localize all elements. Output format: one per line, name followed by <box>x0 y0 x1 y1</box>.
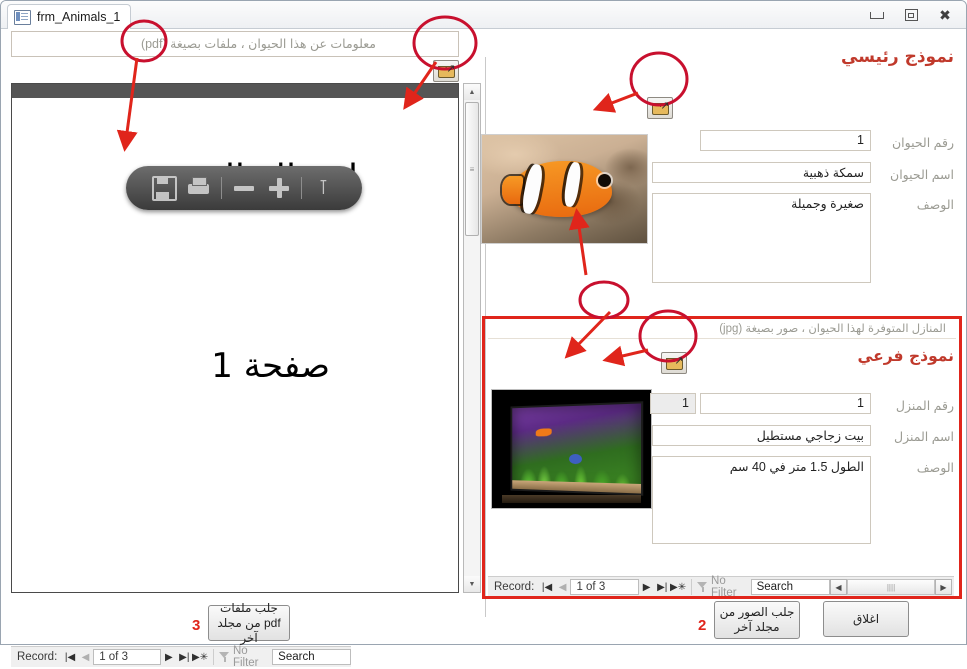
animal-picture[interactable] <box>481 134 648 244</box>
toolbar-divider <box>300 177 302 199</box>
pdf-vertical-scrollbar[interactable]: ▲ ≡ ▼ <box>463 83 481 593</box>
navigator-divider <box>213 649 214 665</box>
pdf-header-bar: معلومات عن هذا الحيوان ، ملفات بصيغة (pd… <box>11 31 459 57</box>
window-controls: ✖ <box>860 1 962 29</box>
minimize-button[interactable] <box>860 4 894 26</box>
close-form-button[interactable]: اغلاق <box>823 601 909 637</box>
input-animal-id[interactable]: 1 <box>700 130 871 151</box>
zoom-in-icon[interactable] <box>266 175 292 201</box>
annotation-number-2: 2 <box>698 617 707 634</box>
search-input[interactable]: Search <box>272 649 351 665</box>
close-button[interactable]: ✖ <box>928 4 962 26</box>
tab-title: frm_Animals_1 <box>37 10 121 24</box>
fish-eye <box>597 173 611 187</box>
scroll-up-icon[interactable]: ▲ <box>464 84 480 100</box>
restore-icon <box>904 9 918 21</box>
input-animal-name[interactable]: سمكة ذهبية <box>652 162 871 183</box>
subform-highlight-box <box>482 316 962 599</box>
toolbar-divider <box>220 177 222 199</box>
restore-button[interactable] <box>894 4 928 26</box>
minimize-icon <box>870 11 884 19</box>
fish-tail <box>501 176 524 205</box>
record-position-input[interactable]: 1 of 3 <box>93 649 162 665</box>
access-form-window: frm_Animals_1 ✖ معلومات عن هذا الحيوان ،… <box>0 0 967 669</box>
previous-record-button[interactable]: ◀ <box>78 648 93 666</box>
filter-label: No Filter <box>232 645 259 669</box>
form-body: معلومات عن هذا الحيوان ، ملفات بصيغة (pd… <box>1 29 966 669</box>
annotation-number-3: 3 <box>192 617 201 634</box>
first-record-button[interactable]: |◀ <box>62 648 77 666</box>
filter-icon <box>219 652 229 662</box>
title-bar: frm_Animals_1 ✖ <box>1 1 966 29</box>
open-folder-icon: ↗ <box>651 100 670 115</box>
input-animal-description[interactable]: صغيرة وجميلة <box>652 193 871 283</box>
clownfish-photo <box>482 135 647 243</box>
label-animal-id: رقم الحيوان <box>891 136 954 150</box>
last-record-button[interactable]: ▶| <box>177 648 192 666</box>
get-images-button[interactable]: جلب الصور من مجلد آخر <box>714 601 800 639</box>
save-icon[interactable] <box>151 175 177 201</box>
filter-toggle-button[interactable]: No Filter <box>219 645 272 669</box>
main-record-navigator: Record: |◀ ◀ 1 of 3 ▶ ▶| ▶✳ No Filter Se… <box>11 645 351 669</box>
pdf-page-label: صفحة 1 <box>211 346 330 386</box>
new-record-button[interactable]: ▶✳ <box>192 648 208 666</box>
main-form-title: نموذج رئيسي <box>841 47 954 67</box>
open-folder-icon: ↗ <box>437 63 456 78</box>
adobe-reader-icon[interactable]: ⊺ <box>311 175 337 201</box>
document-tab[interactable]: frm_Animals_1 <box>7 4 132 29</box>
next-record-button[interactable]: ▶ <box>161 648 176 666</box>
access-form-icon <box>14 9 31 25</box>
label-animal-description: الوصف <box>916 198 954 212</box>
pdf-viewer[interactable]: اسماك الزينة صفحة 1 ⊺ <box>11 83 459 593</box>
pdf-header-label: معلومات عن هذا الحيوان ، ملفات بصيغة (pd… <box>140 37 376 51</box>
record-label: Record: <box>17 651 58 663</box>
pdf-floating-toolbar[interactable]: ⊺ <box>126 166 362 210</box>
label-animal-name: اسم الحيوان <box>890 168 954 182</box>
scrollbar-thumb[interactable]: ≡ <box>465 102 479 236</box>
pdf-viewer-topbar <box>12 84 458 98</box>
zoom-out-icon[interactable] <box>231 175 257 201</box>
close-icon: ✖ <box>939 7 951 23</box>
scroll-down-icon[interactable]: ▼ <box>464 576 480 592</box>
get-pdf-button[interactable]: جلب ملفات pdf من مجلد آخر <box>208 601 290 645</box>
print-icon[interactable] <box>186 175 212 201</box>
pdf-browse-button[interactable]: ↗ <box>433 60 459 82</box>
main-browse-button[interactable]: ↗ <box>647 97 673 119</box>
